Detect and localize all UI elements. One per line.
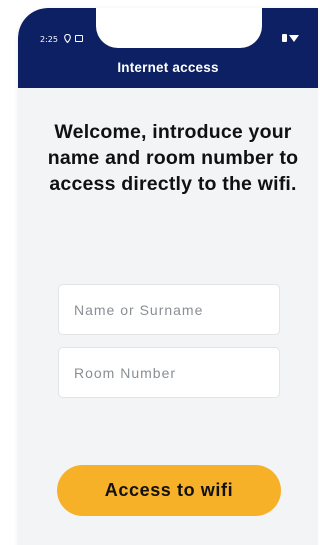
app-header: 2:25 Internet access — [18, 8, 318, 88]
phone-screen: 2:25 Internet access Welcome, introduce … — [18, 8, 318, 545]
device-notch — [96, 8, 262, 48]
page-title: Internet access — [117, 60, 219, 75]
location-icon — [64, 34, 71, 43]
access-wifi-button[interactable]: Access to wifi — [57, 465, 281, 516]
status-time: 2:25 — [40, 35, 58, 44]
room-number-input[interactable] — [58, 347, 280, 398]
wifi-icon — [289, 35, 299, 42]
name-input[interactable] — [58, 284, 280, 335]
battery-icon — [282, 34, 287, 42]
welcome-text: Welcome, introduce your name and room nu… — [47, 121, 299, 195]
message-icon — [75, 35, 83, 42]
